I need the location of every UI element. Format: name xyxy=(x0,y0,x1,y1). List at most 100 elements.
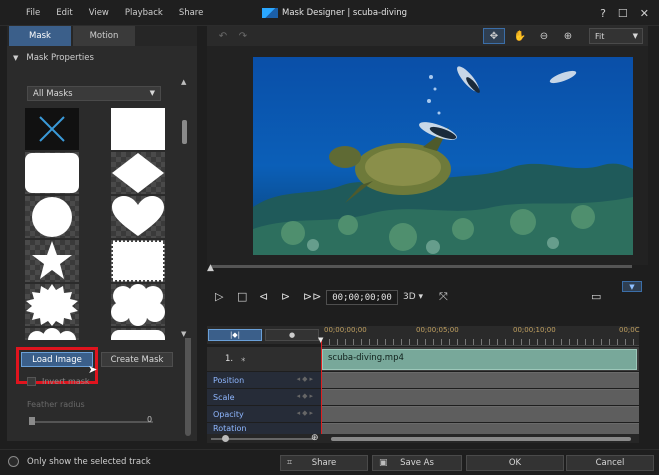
timeline-playhead[interactable] xyxy=(321,340,322,438)
expand-panel-button[interactable]: ▼ xyxy=(622,281,642,292)
chevron-down-icon: ▼ xyxy=(629,282,635,291)
stop-icon[interactable]: □ xyxy=(237,290,247,303)
mask-stamp-edge-icon[interactable] xyxy=(111,240,165,282)
panel-tabs: Mask Motion xyxy=(7,26,197,46)
display-settings-icon[interactable]: ▭ xyxy=(591,290,601,303)
only-selected-track-label: Only show the selected track xyxy=(27,456,151,467)
mouse-cursor-icon: ➤ xyxy=(88,363,98,376)
fast-forward-icon[interactable]: ⊳⊳ xyxy=(303,290,321,303)
feather-slider-handle[interactable] xyxy=(29,417,35,425)
menu-playback[interactable]: Playback xyxy=(125,8,163,18)
select-tool-icon[interactable]: ✥ xyxy=(483,28,505,44)
scroll-up-icon[interactable]: ▲ xyxy=(181,78,186,86)
timeline-horizontal-scrollbar[interactable] xyxy=(331,437,631,441)
play-icon[interactable]: ▷ xyxy=(215,290,223,303)
zoom-in-icon[interactable]: ⊕ xyxy=(311,433,319,443)
keyframe-nav-icon[interactable]: ◂◆▸ xyxy=(297,375,315,383)
mask-diamond-icon[interactable] xyxy=(111,152,165,194)
attribute-label: Scale xyxy=(213,392,235,402)
keyframe-lane[interactable] xyxy=(321,406,639,422)
attribute-rotation[interactable]: Rotation xyxy=(207,423,321,434)
attribute-position[interactable]: Position ◂◆▸ xyxy=(207,372,321,388)
ok-button[interactable]: OK xyxy=(466,455,564,471)
mask-properties-header[interactable]: ▼ Mask Properties xyxy=(13,52,94,64)
mask-cloud-small-icon[interactable] xyxy=(25,328,79,340)
tab-motion[interactable]: Motion xyxy=(73,26,135,46)
zoom-in-icon[interactable]: ⊕ xyxy=(559,28,577,44)
scroll-down-icon[interactable]: ▼ xyxy=(181,330,186,338)
playhead-handle-icon[interactable]: ▼ xyxy=(318,336,323,344)
mask-star-icon[interactable] xyxy=(25,240,79,282)
zoom-out-icon[interactable]: ⊖ xyxy=(535,28,553,44)
ruler-label: 00;00;10;00 xyxy=(513,326,556,334)
keyframe-nav-icon[interactable]: ◂◆▸ xyxy=(297,392,315,400)
mask-rounded-wide-icon[interactable] xyxy=(111,328,165,340)
only-selected-track-option[interactable]: Only show the selected track xyxy=(8,456,151,467)
mask-starburst-icon[interactable] xyxy=(25,284,79,326)
attribute-opacity[interactable]: Opacity ◂◆▸ xyxy=(207,406,321,422)
title-bar: File Edit View Playback Share Mask Desig… xyxy=(0,0,659,26)
keyframe-lane[interactable] xyxy=(321,389,639,405)
keyframe-lane[interactable] xyxy=(321,372,639,388)
close-button[interactable]: ✕ xyxy=(640,7,649,20)
mask-rectangle-icon[interactable] xyxy=(111,108,165,150)
mask-circle-icon[interactable] xyxy=(25,196,79,238)
video-clip[interactable]: scuba-diving.mp4 xyxy=(322,349,637,370)
keyframe-view-icon: ● xyxy=(288,331,296,339)
seek-handle-icon[interactable]: ▲ xyxy=(207,263,214,273)
feather-radius-slider[interactable] xyxy=(31,421,153,423)
timeline-zoom-handle[interactable] xyxy=(222,435,229,442)
3d-mode-button[interactable]: 3D ▾ xyxy=(403,292,423,302)
video-preview[interactable] xyxy=(253,57,633,255)
only-selected-track-toggle[interactable] xyxy=(8,456,19,467)
hand-tool-icon[interactable]: ✋ xyxy=(511,28,529,44)
mask-panel: Mask Motion ▼ Mask Properties All Masks … xyxy=(7,26,197,441)
mask-cloud-icon[interactable] xyxy=(111,284,165,326)
invert-mask-option[interactable]: Invert mask xyxy=(27,376,90,386)
ruler-label: 00;00;05;00 xyxy=(416,326,459,334)
chevron-down-icon: ▼ xyxy=(149,89,155,97)
track-settings-icon[interactable]: ⁎ xyxy=(241,354,245,364)
mask-heart-icon[interactable] xyxy=(111,196,165,238)
help-button[interactable]: ? xyxy=(600,7,606,20)
collapse-triangle-icon: ▼ xyxy=(13,54,19,62)
preview-toolbar: ↶ ↷ ✥ ✋ ⊖ ⊕ Fit ▼ xyxy=(207,26,648,46)
attribute-scale[interactable]: Scale ◂◆▸ xyxy=(207,389,321,405)
share-button[interactable]: ⌗ Share xyxy=(280,455,368,471)
menu-share[interactable]: Share xyxy=(179,8,204,18)
maximize-button[interactable]: ☐ xyxy=(618,7,628,20)
attribute-label: Position xyxy=(213,375,245,385)
mask-none-icon[interactable] xyxy=(25,108,79,150)
track-header[interactable]: 1. ⁎ xyxy=(207,347,321,371)
undo-icon[interactable]: ↶ xyxy=(215,28,231,44)
keyframe-lane[interactable] xyxy=(321,423,639,434)
share-icon: ⌗ xyxy=(287,458,293,468)
invert-mask-checkbox[interactable] xyxy=(27,376,36,386)
tab-mask[interactable]: Mask xyxy=(9,26,71,46)
cancel-button[interactable]: Cancel xyxy=(566,455,654,471)
preview-seek-bar[interactable] xyxy=(211,265,632,268)
menu-file[interactable]: File xyxy=(26,8,40,18)
share-label: Share xyxy=(311,458,337,468)
menu-edit[interactable]: Edit xyxy=(56,8,72,18)
next-frame-icon[interactable]: ⊳ xyxy=(281,290,290,303)
shape-grid-scrollbar[interactable]: ▲ ▼ xyxy=(179,46,191,338)
create-mask-button[interactable]: Create Mask xyxy=(101,352,173,367)
save-as-button[interactable]: ▣ Save As xyxy=(372,455,462,471)
mask-rounded-rectangle-icon[interactable] xyxy=(25,152,79,194)
track-view-tab[interactable]: |◆| xyxy=(208,329,262,341)
keyframe-view-tab[interactable]: ● xyxy=(265,329,319,341)
redo-icon[interactable]: ↷ xyxy=(235,28,251,44)
menu-view[interactable]: View xyxy=(89,8,109,18)
fullscreen-icon[interactable]: ⤧ xyxy=(439,290,448,304)
menu-bar: File Edit View Playback Share xyxy=(26,0,219,26)
mask-category-dropdown[interactable]: All Masks ▼ xyxy=(27,86,161,101)
feather-radius-value: 0 xyxy=(147,415,153,424)
zoom-fit-dropdown[interactable]: Fit ▼ xyxy=(589,28,643,44)
timeline-ruler[interactable]: 00;00;00;00 00;00;05;00 00;00;10;00 00;0… xyxy=(321,326,640,346)
save-icon: ▣ xyxy=(379,458,388,468)
previous-frame-icon[interactable]: ⊲ xyxy=(259,290,268,303)
scroll-thumb[interactable] xyxy=(182,120,187,144)
mask-shape-grid xyxy=(25,108,169,340)
keyframe-nav-icon[interactable]: ◂◆▸ xyxy=(297,409,315,417)
